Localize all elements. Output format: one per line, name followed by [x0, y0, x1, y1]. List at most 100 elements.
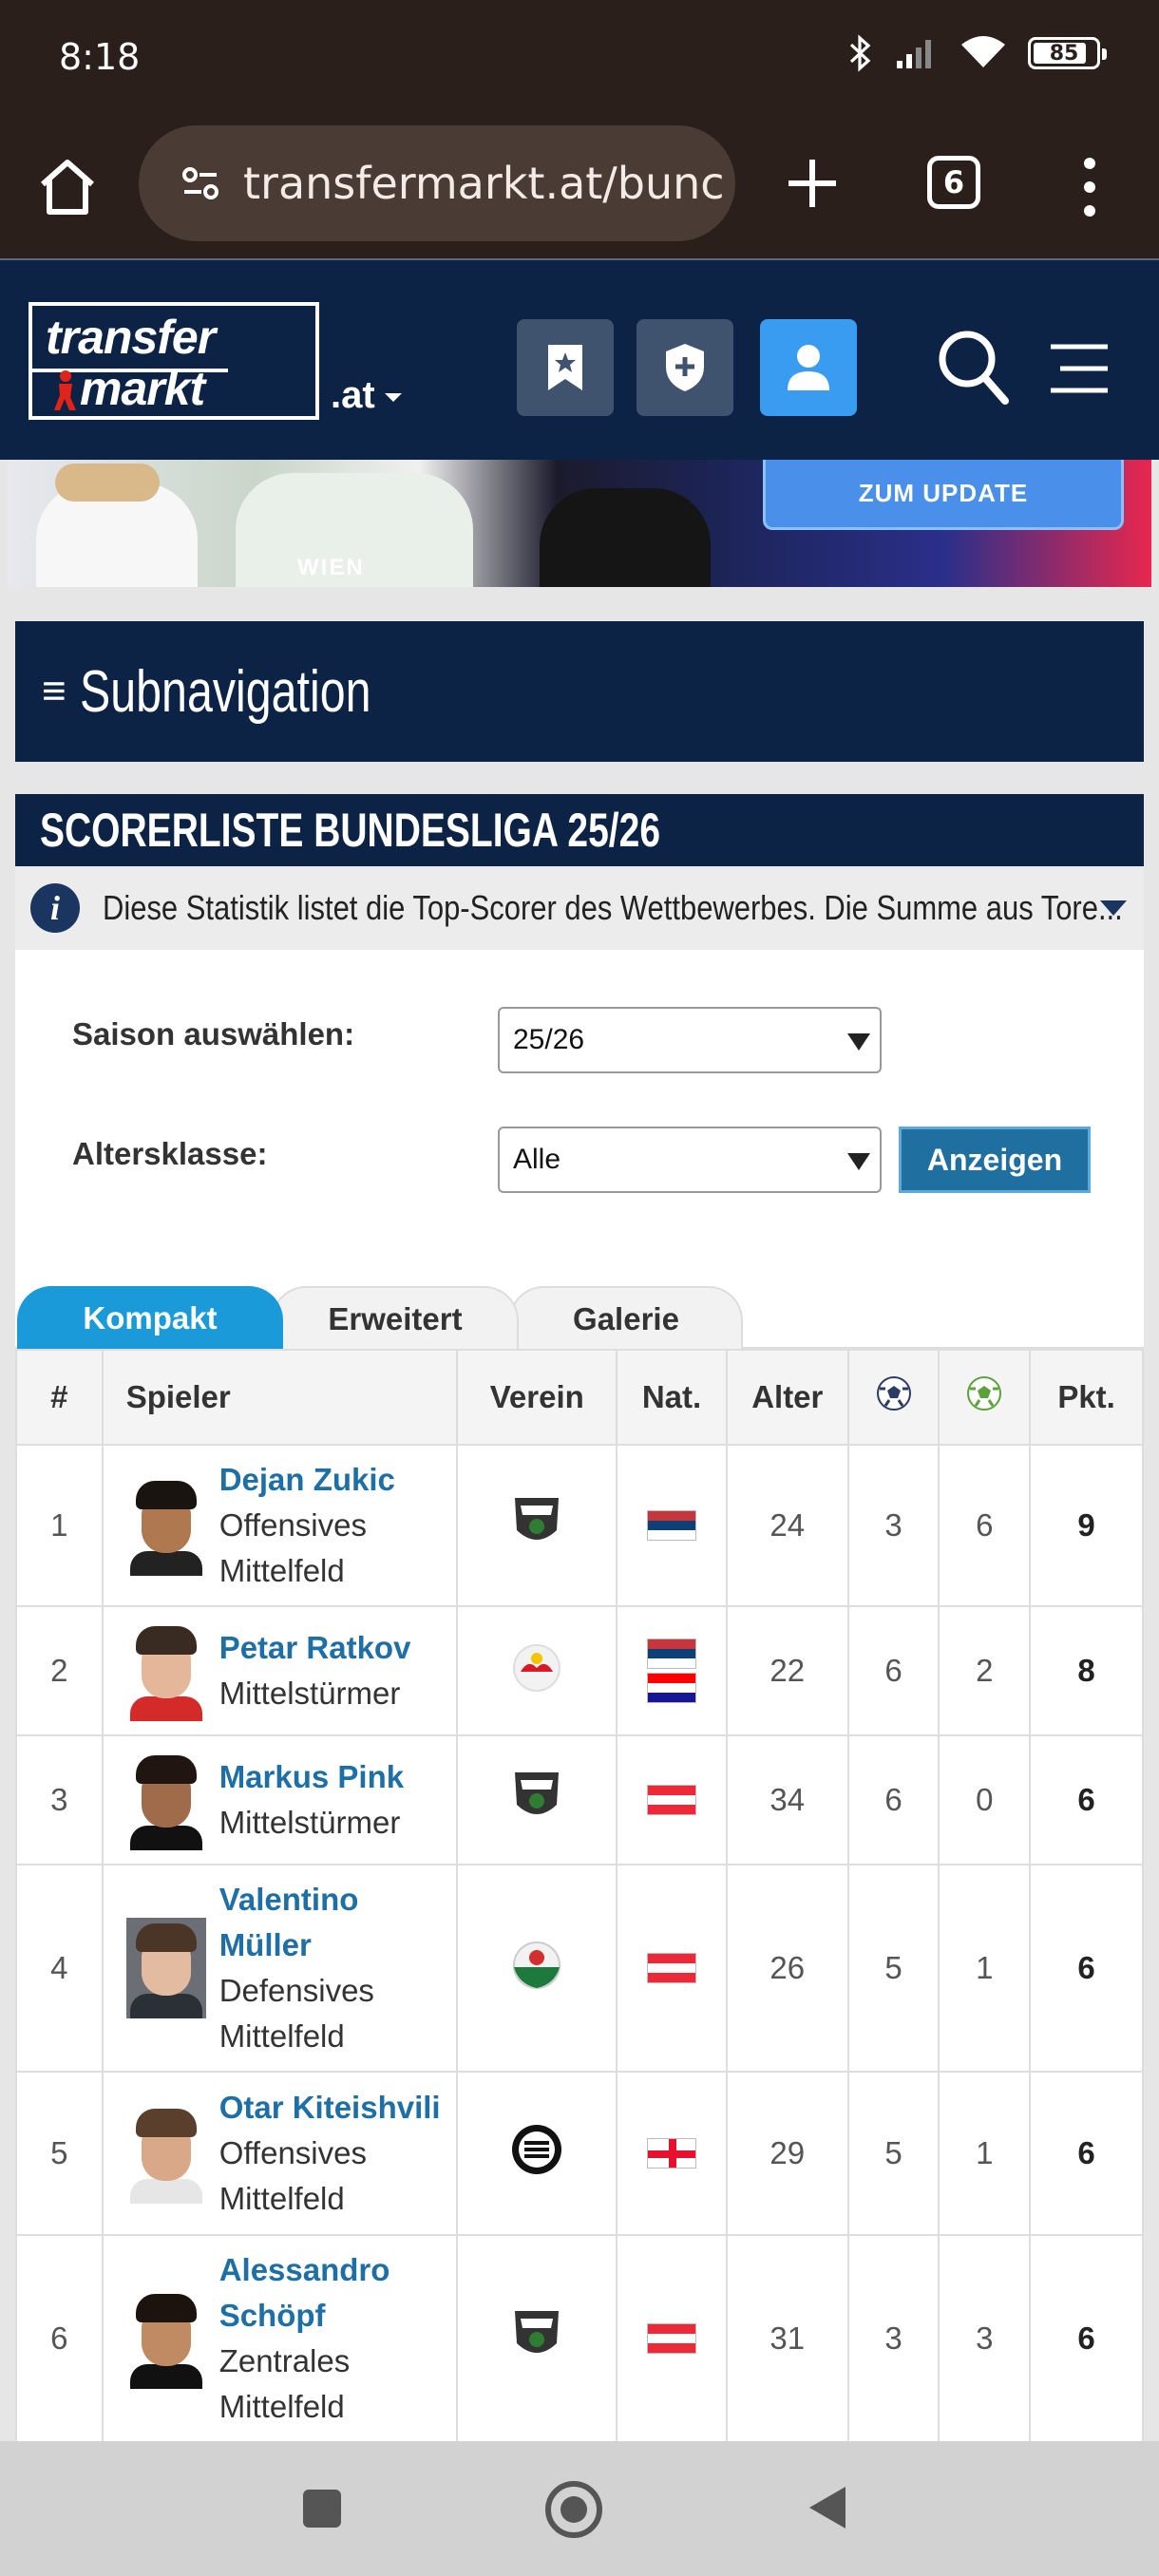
shield-plus-icon: [666, 344, 704, 391]
player-position: Offensives Mittelfeld: [218, 2135, 367, 2216]
assists-cell: 6: [938, 1444, 1032, 1607]
show-button[interactable]: Anzeigen: [899, 1127, 1091, 1193]
goals-cell: 3: [846, 2234, 940, 2443]
header-age[interactable]: Alter: [725, 1349, 849, 1446]
season-label: Saison auswählen:: [72, 1016, 355, 1051]
signal-icon: [897, 40, 931, 68]
player-photo[interactable]: [126, 1620, 206, 1721]
club-crest-icon[interactable]: [509, 1935, 564, 1994]
flag-serbia-icon: [647, 1510, 696, 1541]
transfermarkt-logo[interactable]: transfer markt: [28, 302, 319, 420]
club-crest-icon[interactable]: [509, 1492, 564, 1551]
ad-banner[interactable]: WIEN ZUM UPDATE: [8, 460, 1151, 587]
points-cell: 6: [1029, 2071, 1144, 2236]
table-row: 4 Valentino Müller Defensives Mittelfeld …: [15, 1864, 1144, 2073]
home-circle-icon[interactable]: [543, 2479, 604, 2540]
nationality-cell: [616, 1444, 728, 1607]
flag-georgia-icon: [647, 2138, 696, 2169]
nationality-cell: [616, 2234, 728, 2443]
bookmark-star-icon: [548, 345, 582, 390]
player-name-link[interactable]: Alessandro Schöpf: [219, 2247, 457, 2339]
header-rank[interactable]: #: [15, 1349, 104, 1446]
club-shield-button[interactable]: [636, 319, 733, 416]
points-cell: 9: [1029, 1444, 1144, 1607]
age-cell: 24: [725, 1444, 849, 1607]
rank-cell: 1: [15, 1444, 104, 1607]
expand-triangle-icon[interactable]: [1100, 900, 1127, 916]
player-name-link[interactable]: Petar Ratkov: [219, 1625, 411, 1671]
scorer-table: # Spieler Verein Nat. Alter Pkt. 1 Dejan…: [15, 1349, 1144, 2443]
player-name-link[interactable]: Dejan Zukic: [219, 1457, 457, 1503]
tab-switcher-button[interactable]: 6: [927, 156, 980, 209]
url-bar[interactable]: transfermarkt.at/bunc: [139, 125, 735, 241]
hamburger-menu-icon[interactable]: [1049, 342, 1110, 395]
club-crest-icon[interactable]: [509, 1767, 564, 1826]
box-title: SCORERLISTE BUNDESLIGA 25/26: [40, 804, 661, 857]
domain-selector[interactable]: .at: [331, 374, 402, 417]
header-club[interactable]: Verein: [456, 1349, 618, 1446]
assists-cell: 1: [938, 1864, 1032, 2073]
season-select[interactable]: 25/26: [498, 1007, 882, 1073]
player-name-link[interactable]: Markus Pink: [219, 1754, 404, 1800]
recents-square-icon[interactable]: [300, 2487, 344, 2530]
club-crest-icon[interactable]: [509, 2305, 564, 2364]
home-icon[interactable]: [34, 154, 101, 220]
new-tab-icon[interactable]: [781, 152, 844, 215]
age-label: Altersklasse:: [72, 1136, 268, 1171]
hamburger-icon: ≡: [42, 668, 66, 714]
more-options-icon[interactable]: [1075, 154, 1104, 220]
player-photo[interactable]: [125, 1918, 206, 2018]
player-position: Defensives Mittelfeld: [218, 1973, 374, 2054]
age-cell: 29: [725, 2071, 849, 2236]
club-crest-icon[interactable]: [509, 2120, 564, 2179]
club-cell: [456, 1605, 618, 1736]
header-assists[interactable]: [938, 1349, 1032, 1446]
rank-cell: 3: [15, 1734, 104, 1866]
search-icon[interactable]: [935, 327, 1011, 407]
header-goals[interactable]: [846, 1349, 940, 1446]
player-position: Zentrales Mittelfeld: [218, 2343, 351, 2424]
player-photo[interactable]: [126, 2103, 206, 2204]
subnavigation-toggle[interactable]: ≡ Subnavigation: [15, 621, 1144, 762]
player-photo[interactable]: [126, 2288, 206, 2389]
rank-cell: 6: [15, 2234, 104, 2443]
rank-cell: 5: [15, 2071, 104, 2236]
banner-player-3: [540, 488, 711, 587]
tab-erweitert[interactable]: Erweitert: [272, 1286, 519, 1351]
age-select[interactable]: Alle: [498, 1127, 882, 1193]
battery-icon: 85: [1028, 37, 1107, 69]
goals-cell: 3: [846, 1444, 940, 1607]
status-icons: 85: [846, 34, 1107, 72]
flag-austria-icon: [647, 2323, 696, 2354]
subnav-title: Subnavigation: [79, 658, 371, 725]
player-cell: Markus Pink Mittelstürmer: [101, 1734, 459, 1866]
zum-update-button[interactable]: ZUM UPDATE: [763, 460, 1124, 530]
club-crest-icon[interactable]: [509, 1638, 564, 1696]
back-triangle-icon[interactable]: [806, 2483, 849, 2532]
player-name-link[interactable]: Otar Kiteishvili: [219, 2085, 457, 2131]
header-player[interactable]: Spieler: [101, 1349, 459, 1446]
player-name-link[interactable]: Valentino Müller: [219, 1877, 457, 1968]
header-nationality[interactable]: Nat.: [616, 1349, 728, 1446]
info-bar[interactable]: i Diese Statistik listet die Top-Scorer …: [15, 866, 1144, 950]
nationality-cell: [616, 2071, 728, 2236]
site-settings-icon[interactable]: [180, 163, 220, 203]
nationality-cell: [616, 1864, 728, 2073]
player-photo[interactable]: [126, 1475, 206, 1576]
table-row: 2 Petar Ratkov Mittelstürmer 22 6 2 8: [15, 1605, 1144, 1736]
club-cell: [456, 2071, 618, 2236]
flag-serbia-icon: [647, 1638, 696, 1669]
wifi-icon: [961, 36, 1005, 67]
points-cell: 6: [1029, 1864, 1144, 2073]
club-cell: [456, 2234, 618, 2443]
user-account-button[interactable]: [760, 319, 857, 416]
tab-kompakt[interactable]: Kompakt: [17, 1286, 283, 1351]
watchlist-button[interactable]: [517, 319, 614, 416]
rank-cell: 4: [15, 1864, 104, 2073]
tab-galerie[interactable]: Galerie: [509, 1286, 743, 1351]
flag-croatia-icon: [647, 1673, 696, 1703]
flag-austria-icon: [647, 1785, 696, 1815]
scorer-list-box: SCORERLISTE BUNDESLIGA 25/26 i Diese Sta…: [15, 794, 1144, 2443]
player-photo[interactable]: [126, 1750, 206, 1850]
header-points[interactable]: Pkt.: [1029, 1349, 1144, 1446]
